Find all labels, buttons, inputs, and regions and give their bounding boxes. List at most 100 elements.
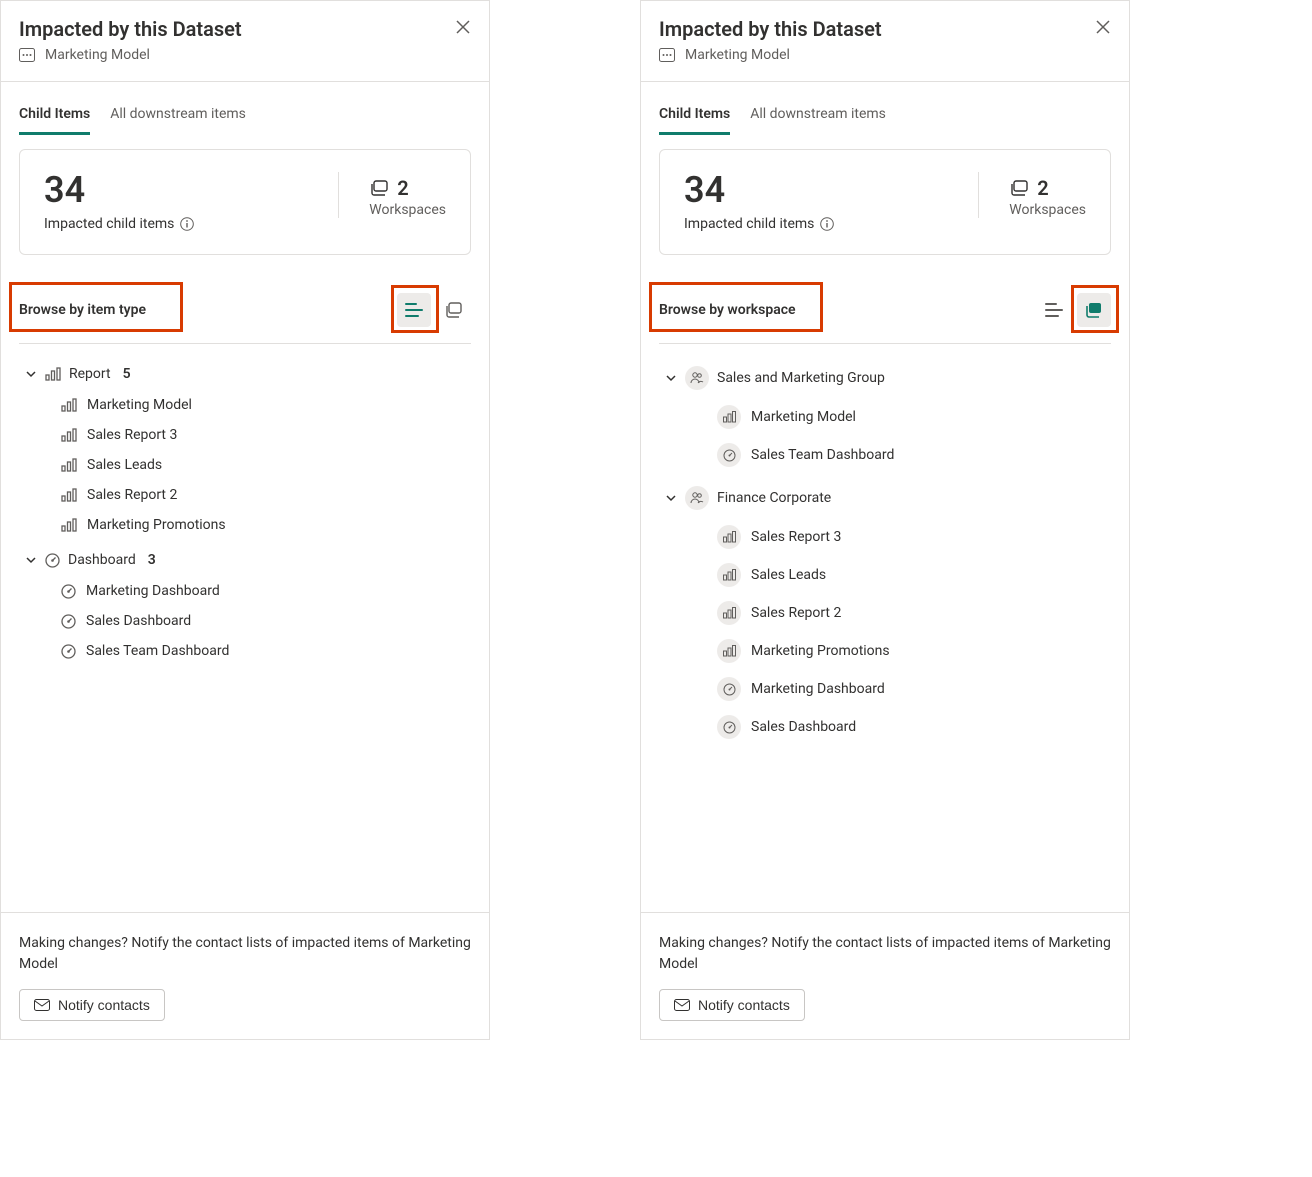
tree-parent-workspace[interactable]: Sales and Marketing Group bbox=[659, 358, 1111, 398]
report-icon bbox=[61, 488, 77, 502]
panel-footer: Making changes? Notify the contact lists… bbox=[641, 912, 1129, 1039]
chevron-down-icon bbox=[665, 492, 677, 504]
subtitle-text: Marketing Model bbox=[685, 47, 790, 63]
tab-downstream[interactable]: All downstream items bbox=[110, 106, 246, 135]
view-toggle bbox=[397, 293, 471, 327]
dashboard-icon bbox=[61, 644, 76, 659]
tree-item[interactable]: Sales Report 3 bbox=[19, 420, 471, 450]
tree-group-dashboard: Dashboard 3 Marketing Dashboard Sales Da… bbox=[19, 544, 471, 666]
tree: Report 5 Marketing Model Sales Report 3 … bbox=[1, 344, 489, 912]
view-by-workspace-button[interactable] bbox=[1077, 293, 1111, 327]
browse-label: Browse by item type bbox=[19, 302, 146, 318]
chevron-down-icon bbox=[665, 372, 677, 384]
tree-item[interactable]: Sales Report 3 bbox=[659, 518, 1111, 556]
tree-item[interactable]: Sales Dashboard bbox=[19, 606, 471, 636]
dataset-icon bbox=[19, 48, 35, 62]
tab-child-items[interactable]: Child Items bbox=[659, 106, 730, 135]
footer-text: Making changes? Notify the contact lists… bbox=[659, 933, 1111, 975]
browse-row: Browse by workspace bbox=[659, 293, 1111, 344]
tree-group-report: Report 5 Marketing Model Sales Report 3 … bbox=[19, 358, 471, 540]
tree-group-workspace: Finance Corporate Sales Report 3 Sales L… bbox=[659, 478, 1111, 746]
tree-parent-workspace[interactable]: Finance Corporate bbox=[659, 478, 1111, 518]
mail-icon bbox=[674, 999, 690, 1011]
stat-impacted-number: 34 bbox=[44, 172, 194, 208]
tree-item[interactable]: Marketing Model bbox=[19, 390, 471, 420]
footer-text: Making changes? Notify the contact lists… bbox=[19, 933, 471, 975]
tab-child-items[interactable]: Child Items bbox=[19, 106, 90, 135]
subtitle-text: Marketing Model bbox=[45, 47, 150, 63]
stat-impacted: 34 Impacted child items bbox=[44, 172, 194, 232]
report-icon bbox=[717, 563, 741, 587]
browse-label: Browse by workspace bbox=[659, 302, 796, 318]
report-icon bbox=[717, 525, 741, 549]
list-icon bbox=[405, 303, 423, 317]
dashboard-icon bbox=[717, 677, 741, 701]
chevron-down-icon bbox=[25, 554, 37, 566]
tabs: Child Items All downstream items bbox=[1, 82, 489, 135]
tree-item[interactable]: Sales Leads bbox=[19, 450, 471, 480]
dataset-icon bbox=[659, 48, 675, 62]
workspaces-icon bbox=[369, 180, 389, 196]
workspace-view-icon bbox=[1085, 302, 1103, 318]
impact-panel-by-workspace: Impacted by this Dataset Marketing Model… bbox=[640, 0, 1130, 1040]
workspaces-icon bbox=[1009, 180, 1029, 196]
info-icon[interactable] bbox=[180, 217, 194, 231]
tab-downstream[interactable]: All downstream items bbox=[750, 106, 886, 135]
tree-parent-dashboard[interactable]: Dashboard 3 bbox=[19, 544, 471, 576]
tabs: Child Items All downstream items bbox=[641, 82, 1129, 135]
view-by-type-button[interactable] bbox=[1037, 293, 1071, 327]
panel-subtitle: Marketing Model bbox=[19, 47, 471, 63]
info-icon[interactable] bbox=[820, 217, 834, 231]
tree-parent-count: 5 bbox=[123, 366, 131, 382]
tree-group-workspace: Sales and Marketing Group Marketing Mode… bbox=[659, 358, 1111, 474]
stat-workspaces-number: 2 bbox=[1037, 176, 1048, 200]
panel-header: Impacted by this Dataset Marketing Model bbox=[641, 1, 1129, 82]
tree-item[interactable]: Sales Dashboard bbox=[659, 708, 1111, 746]
view-by-type-button[interactable] bbox=[397, 293, 431, 327]
report-icon bbox=[61, 398, 77, 412]
stat-impacted-label: Impacted child items bbox=[44, 216, 194, 232]
workspace-view-icon bbox=[445, 302, 463, 318]
stats-card: 34 Impacted child items 2 Workspaces bbox=[19, 149, 471, 255]
tree-item[interactable]: Sales Report 2 bbox=[659, 594, 1111, 632]
tree-parent-label: Report bbox=[69, 366, 111, 382]
tree-item[interactable]: Sales Team Dashboard bbox=[19, 636, 471, 666]
tree-item[interactable]: Marketing Dashboard bbox=[19, 576, 471, 606]
report-icon bbox=[717, 639, 741, 663]
workspace-group-icon bbox=[685, 366, 709, 390]
tree-item[interactable]: Sales Report 2 bbox=[19, 480, 471, 510]
tree-parent-report[interactable]: Report 5 bbox=[19, 358, 471, 390]
workspace-group-icon bbox=[685, 486, 709, 510]
tree-item[interactable]: Sales Team Dashboard bbox=[659, 436, 1111, 474]
close-button[interactable] bbox=[455, 19, 471, 35]
close-icon bbox=[1095, 19, 1111, 35]
tree-item[interactable]: Sales Leads bbox=[659, 556, 1111, 594]
panel-title: Impacted by this Dataset bbox=[19, 17, 471, 41]
notify-contacts-button[interactable]: Notify contacts bbox=[659, 989, 805, 1021]
tree: Sales and Marketing Group Marketing Mode… bbox=[641, 344, 1129, 912]
tree-item[interactable]: Marketing Promotions bbox=[659, 632, 1111, 670]
browse-row: Browse by item type bbox=[19, 293, 471, 344]
dashboard-icon bbox=[45, 553, 60, 568]
chevron-down-icon bbox=[25, 368, 37, 380]
tree-item[interactable]: Marketing Model bbox=[659, 398, 1111, 436]
stat-workspaces: 2 Workspaces bbox=[338, 172, 446, 218]
stats-card: 34 Impacted child items 2 Workspaces bbox=[659, 149, 1111, 255]
tree-parent-count: 3 bbox=[148, 552, 156, 568]
tree-parent-label: Dashboard bbox=[68, 552, 136, 568]
list-icon bbox=[1045, 303, 1063, 317]
report-icon bbox=[717, 601, 741, 625]
dashboard-icon bbox=[61, 614, 76, 629]
dashboard-icon bbox=[717, 715, 741, 739]
dashboard-icon bbox=[717, 443, 741, 467]
report-icon bbox=[61, 458, 77, 472]
tree-item[interactable]: Marketing Dashboard bbox=[659, 670, 1111, 708]
stat-impacted: 34 Impacted child items bbox=[684, 172, 834, 232]
notify-contacts-button[interactable]: Notify contacts bbox=[19, 989, 165, 1021]
tree-item[interactable]: Marketing Promotions bbox=[19, 510, 471, 540]
stat-impacted-number: 34 bbox=[684, 172, 834, 208]
tree-parent-label: Finance Corporate bbox=[717, 490, 831, 506]
report-icon bbox=[45, 367, 61, 381]
close-button[interactable] bbox=[1095, 19, 1111, 35]
view-by-workspace-button[interactable] bbox=[437, 293, 471, 327]
